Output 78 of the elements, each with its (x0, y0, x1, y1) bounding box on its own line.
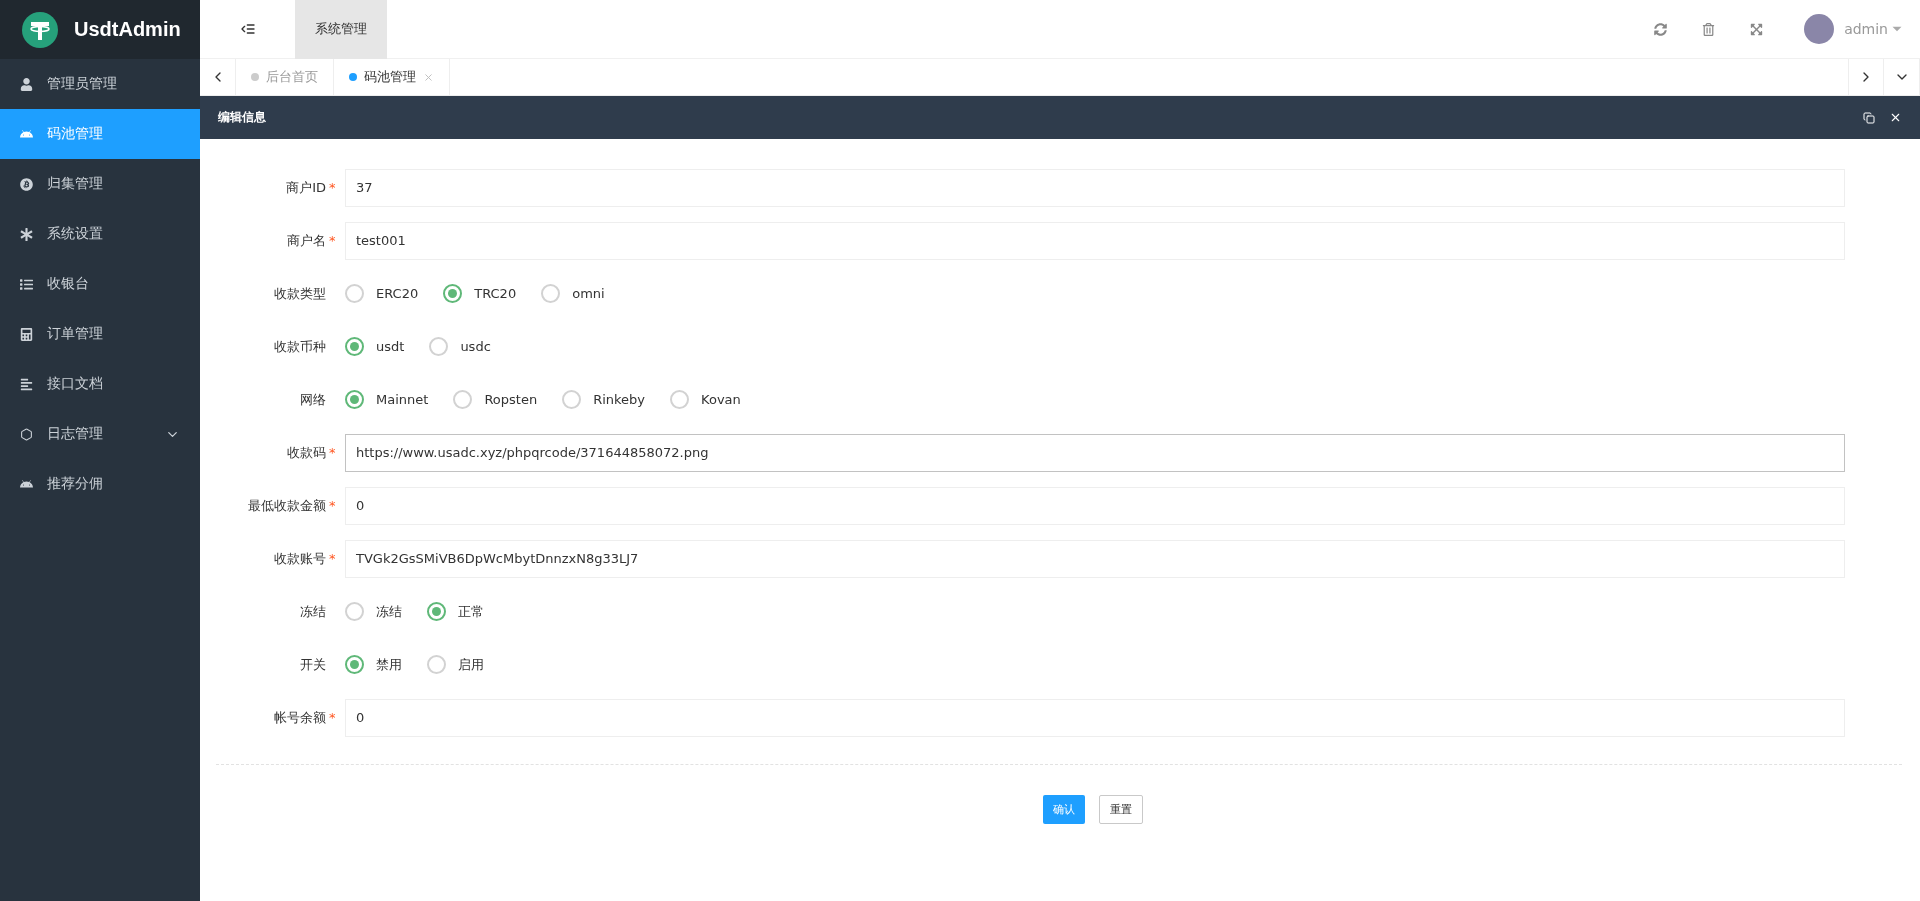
radio-button[interactable] (345, 390, 364, 409)
tab-label[interactable]: 码池管理 (364, 68, 416, 86)
field-label: 开关 (300, 655, 326, 674)
radio-label[interactable]: Mainnet (376, 392, 429, 407)
field-label: 收款账号 (274, 549, 326, 568)
sidebar-item[interactable]: 收银台 (0, 259, 200, 309)
field-label: 收款类型 (274, 284, 326, 303)
brand-title: UsdtAdmin (74, 18, 181, 41)
lines-icon (20, 377, 33, 391)
radio-label[interactable]: ERC20 (376, 286, 419, 301)
radio-label[interactable]: usdc (460, 339, 491, 354)
radio-button[interactable] (562, 390, 582, 409)
sidebar-item[interactable]: 管理员管理 (0, 59, 200, 109)
calculator-icon (20, 327, 33, 341)
field-label: 商户ID (286, 178, 326, 197)
status-dot (349, 73, 357, 81)
radio-label[interactable]: 禁用 (376, 655, 402, 674)
input-field[interactable]: 37 (345, 168, 1845, 207)
field-label: 最低收款金额 (248, 496, 326, 515)
sidebar-item[interactable]: 系统设置 (0, 209, 200, 259)
radio-label[interactable]: Kovan (701, 392, 741, 407)
radio-button[interactable] (429, 337, 449, 356)
required-mark: * (329, 445, 335, 460)
radio-button[interactable] (670, 390, 690, 409)
required-mark: * (329, 233, 335, 248)
close-icon[interactable] (1889, 111, 1902, 124)
status-dot (251, 73, 259, 81)
radio-button[interactable] (453, 390, 473, 409)
sidebar-item[interactable]: 接口文档 (0, 359, 200, 409)
radio-button[interactable] (345, 602, 364, 621)
bitcoin-icon (20, 177, 33, 191)
required-mark: * (329, 180, 335, 195)
field-label: 收款码 (287, 443, 326, 462)
page-tab[interactable]: 码池管理 (334, 59, 450, 95)
input-field[interactable]: https://www.usadc.xyz/phpqrcode/371644858072.png (345, 433, 1845, 472)
radio-label[interactable]: 正常 (458, 602, 484, 621)
radio-label[interactable]: Rinkeby (593, 392, 646, 407)
asterisk-icon (20, 227, 33, 241)
radio-label[interactable]: TRC20 (474, 286, 517, 301)
field-label: 网络 (300, 390, 326, 409)
list-icon (20, 277, 33, 291)
required-mark: * (329, 551, 335, 566)
tab-next-button[interactable] (1848, 59, 1884, 95)
radio-label[interactable]: 冻结 (376, 602, 402, 621)
radio-label[interactable]: omni (572, 286, 605, 301)
hexagon-icon (20, 427, 33, 441)
sidebar-item[interactable]: 订单管理 (0, 309, 200, 359)
sidebar-item[interactable]: 日志管理 (0, 409, 200, 459)
radio-button[interactable] (443, 284, 463, 303)
menu-toggle-icon[interactable] (239, 21, 256, 37)
sidebar-item[interactable]: 归集管理 (0, 159, 200, 209)
user-icon (20, 77, 33, 91)
reset-button[interactable]: 重置 (1099, 795, 1143, 824)
radio-button[interactable] (345, 284, 364, 303)
panel-title: 编辑信息 (218, 109, 266, 126)
restore-icon[interactable] (1863, 111, 1875, 124)
radio-label[interactable]: 启用 (458, 655, 484, 674)
logo-icon (22, 11, 58, 48)
radio-button[interactable] (427, 655, 446, 674)
radio-button[interactable] (345, 337, 364, 356)
avatar[interactable] (1804, 14, 1835, 44)
radio-button[interactable] (345, 655, 364, 674)
sidebar-item[interactable]: 推荐分佣 (0, 459, 200, 509)
input-field[interactable]: 0 (345, 486, 1845, 525)
required-mark: * (329, 498, 335, 513)
field-label: 收款币种 (274, 337, 326, 356)
radio-label[interactable]: usdt (376, 339, 405, 354)
field-label: 商户名 (287, 231, 326, 250)
field-label: 冻结 (300, 602, 326, 621)
field-label: 帐号余额 (274, 708, 326, 727)
header-tab[interactable]: 系统管理 (295, 0, 387, 59)
input-field[interactable]: test001 (345, 221, 1845, 260)
radio-button[interactable] (541, 284, 561, 303)
radio-label[interactable]: Ropsten (484, 392, 538, 407)
radio-button[interactable] (427, 602, 446, 621)
input-field[interactable]: 0 (345, 698, 1845, 737)
input-field[interactable]: TVGk2GsSMiVB6DpWcMbytDnnzxN8g33LJ7 (345, 539, 1845, 578)
required-mark: * (329, 710, 335, 725)
